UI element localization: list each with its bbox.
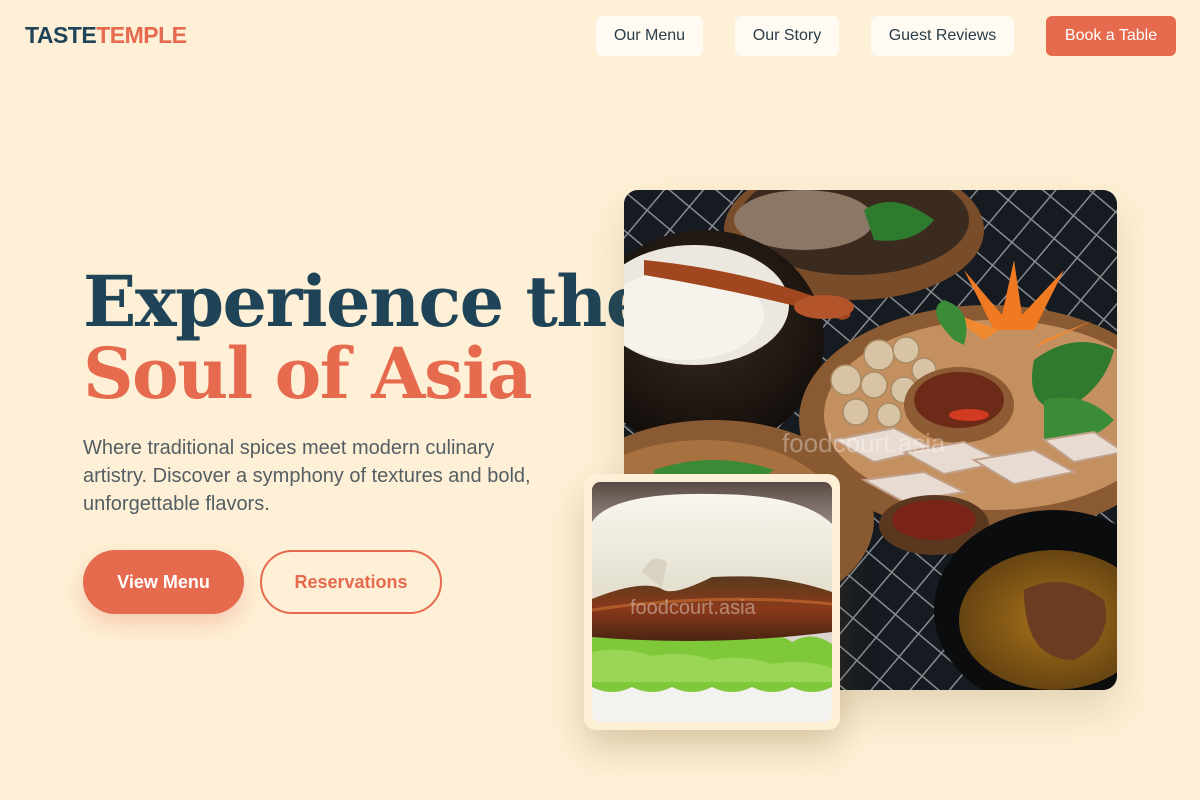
- logo-part-taste: TASTE: [25, 22, 97, 48]
- nav-guest-reviews[interactable]: Guest Reviews: [871, 16, 1014, 56]
- inset-image-frame: foodcourt.asia: [584, 474, 840, 730]
- logo-part-temple: TEMPLE: [96, 22, 187, 48]
- reservations-button[interactable]: Reservations: [260, 550, 442, 614]
- nav-our-menu[interactable]: Our Menu: [596, 16, 703, 56]
- site-logo[interactable]: TASTETEMPLE: [25, 22, 187, 49]
- inset-image-watermark: foodcourt.asia: [630, 597, 757, 619]
- hero-subtitle: Where traditional spices meet modern cul…: [83, 437, 531, 515]
- hero-title-line1: Experience the: [83, 260, 650, 343]
- main-image-watermark: foodcourt.asia: [782, 428, 946, 458]
- hero-title-line2: Soul of Asia: [83, 332, 532, 415]
- hero-title: Experience the Soul of Asia: [83, 260, 650, 415]
- bao-bun-image: foodcourt.asia: [592, 482, 832, 722]
- nav-our-story[interactable]: Our Story: [735, 16, 839, 56]
- book-table-button[interactable]: Book a Table: [1046, 16, 1176, 56]
- view-menu-button[interactable]: View Menu: [83, 550, 244, 614]
